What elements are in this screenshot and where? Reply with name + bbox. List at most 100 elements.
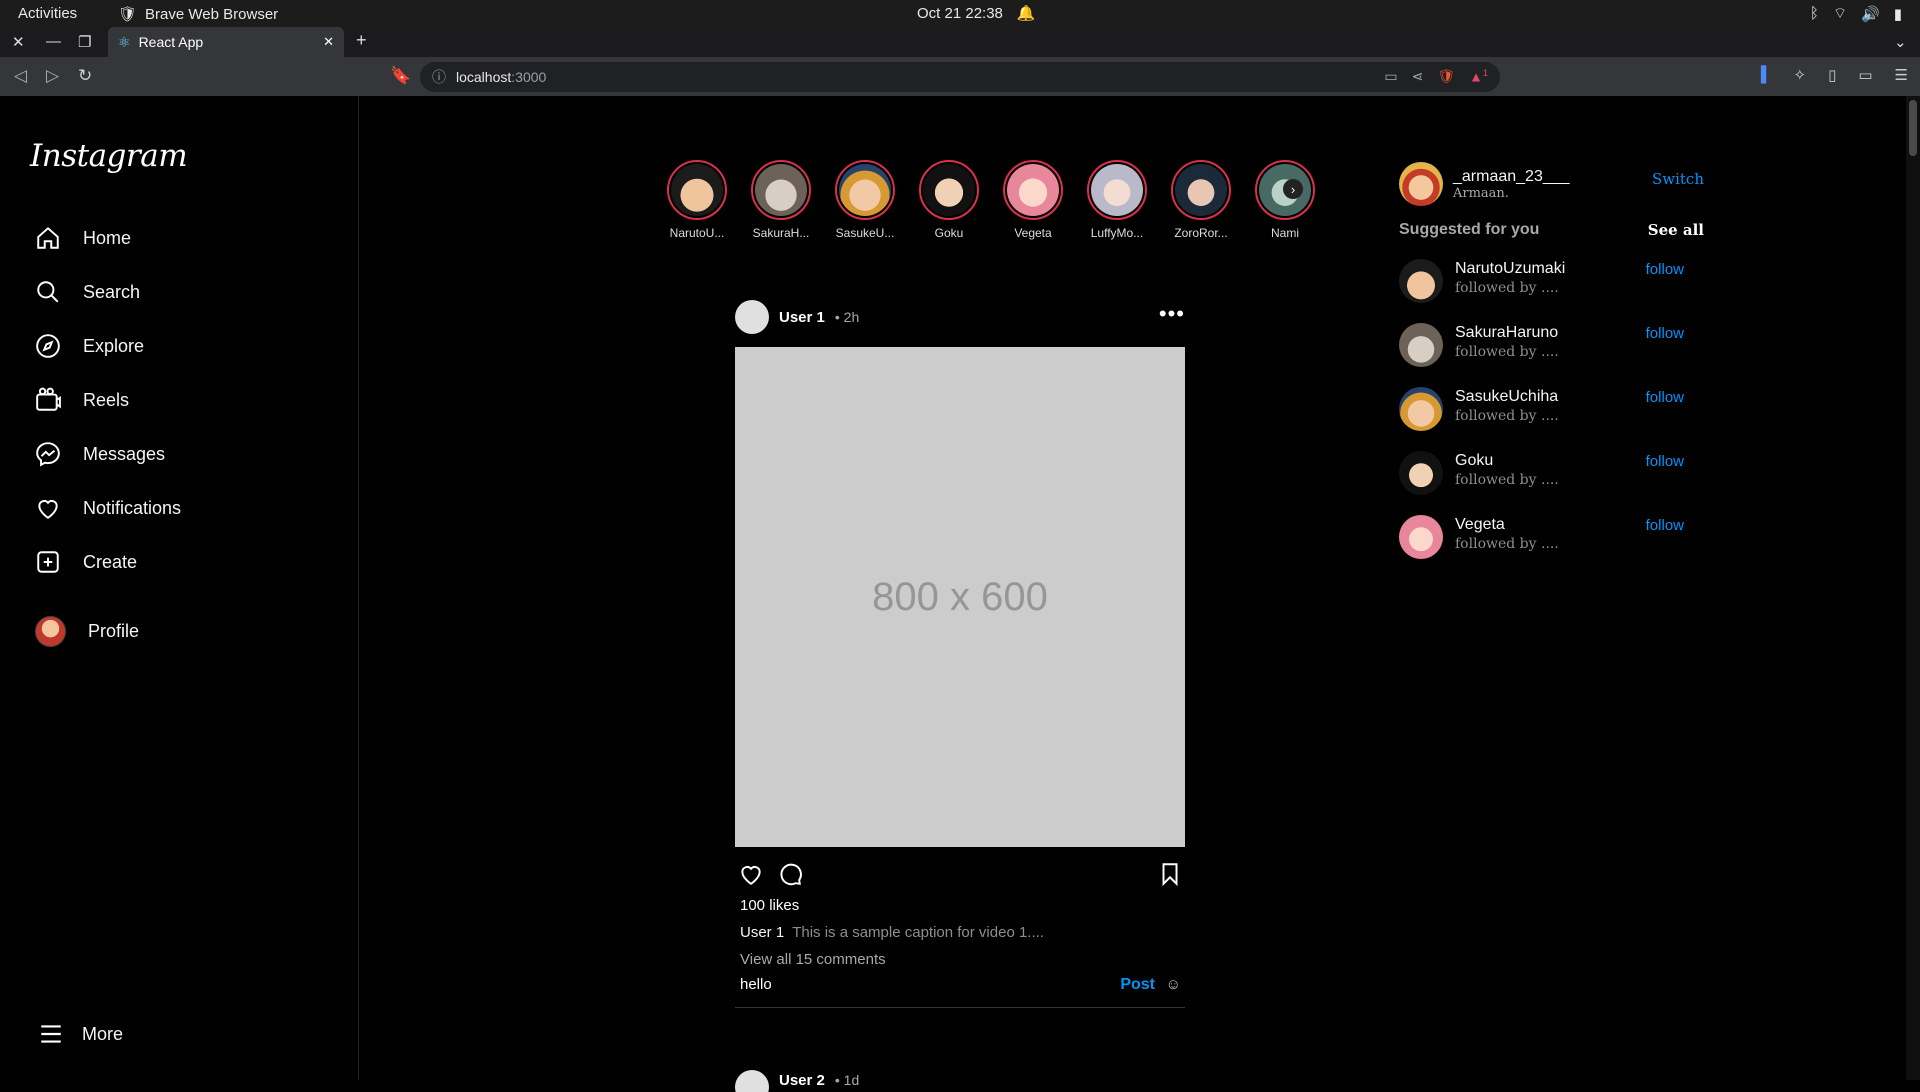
story-item[interactable]: Goku — [919, 160, 979, 240]
story-ring — [1087, 160, 1147, 220]
story-name: SakuraH... — [752, 226, 810, 240]
address-bar[interactable]: ⓘ localhost :3000 ▭ ⋖ 🛡 ▲1 — [420, 62, 1500, 92]
menu-icon[interactable]: ☰ — [1895, 66, 1908, 84]
story-item[interactable]: SasukeU... — [835, 160, 895, 240]
instagram-logo[interactable]: Instagram — [30, 138, 188, 174]
suggestion-username[interactable]: Goku — [1455, 452, 1559, 470]
minimize-window-icon[interactable]: — — [46, 33, 61, 50]
brave-shields-icon[interactable]: 🛡 — [1437, 68, 1455, 85]
wallet-icon[interactable]: ▭ — [1858, 66, 1872, 84]
avatar — [1091, 164, 1143, 216]
activities-button[interactable]: Activities — [18, 5, 77, 22]
comment-input[interactable] — [740, 976, 1100, 993]
post-comment-button[interactable]: Post — [1120, 976, 1155, 994]
story-name: SasukeU... — [835, 226, 895, 240]
sidebar-item-home[interactable]: Home — [35, 225, 131, 251]
story-item[interactable]: › Nami — [1255, 160, 1315, 240]
forward-icon[interactable]: ▷ — [46, 66, 59, 86]
suggestion-username[interactable]: SasukeUchiha — [1455, 388, 1559, 406]
sidebar-item-explore[interactable]: Explore — [35, 333, 144, 359]
app-menu[interactable]: 🛡 Brave Web Browser — [118, 5, 278, 24]
follow-button[interactable]: follow — [1646, 517, 1684, 534]
post-time: • 1d — [834, 1072, 860, 1088]
sidebar-item-label: Create — [83, 551, 138, 572]
avatar — [671, 164, 723, 216]
avatar[interactable] — [1399, 323, 1443, 367]
sidebar-item-more[interactable]: More — [38, 1021, 123, 1047]
like-heart-icon[interactable] — [738, 861, 764, 887]
story-item[interactable]: NarutoU... — [667, 160, 727, 240]
follow-button[interactable]: follow — [1646, 453, 1684, 470]
switch-account-button[interactable]: Switch — [1652, 170, 1704, 188]
sidebar-item-search[interactable]: Search — [35, 279, 140, 305]
bookmark-icon[interactable] — [1157, 861, 1183, 887]
story-item[interactable]: LuffyMo... — [1087, 160, 1147, 240]
suggestion-username[interactable]: NarutoUzumaki — [1455, 260, 1565, 278]
right-sidebar: _armaan_23___ Armaan. Switch Suggested f… — [1399, 161, 1704, 561]
see-all-link[interactable]: See all — [1648, 221, 1704, 239]
story-name: NarutoU... — [669, 226, 725, 240]
sidebar-toggle-icon[interactable]: ▯ — [1828, 66, 1836, 84]
close-tab-icon[interactable]: ✕ — [323, 34, 334, 50]
scrollbar-thumb[interactable] — [1909, 100, 1917, 156]
avatar[interactable] — [1399, 387, 1443, 431]
bookmarks-panel-icon[interactable]: ▌ — [1761, 66, 1772, 84]
tab-title: React App — [138, 34, 204, 50]
suggestion-username[interactable]: Vegeta — [1455, 516, 1559, 534]
avatar[interactable] — [1399, 259, 1443, 303]
caption-username[interactable]: User 1 — [740, 924, 784, 941]
page-scrollbar[interactable] — [1906, 96, 1920, 1080]
view-comments-link[interactable]: View all 15 comments — [740, 951, 1185, 968]
more-options-icon[interactable]: ••• — [1159, 301, 1185, 327]
site-info-icon[interactable]: ⓘ — [432, 67, 446, 87]
clock[interactable]: Oct 21 22:38 🔔 — [917, 4, 1036, 23]
suggestion-subtext: followed by .... — [1455, 344, 1559, 360]
post-actions — [735, 847, 1185, 897]
post-header: User 1 • 2h ••• — [735, 300, 1185, 334]
wifi-icon: ⌔ — [1832, 5, 1848, 22]
avatar[interactable] — [735, 300, 769, 334]
back-icon[interactable]: ◁ — [14, 66, 27, 86]
suggestion-username[interactable]: SakuraHaruno — [1455, 324, 1559, 342]
avatar — [755, 164, 807, 216]
extensions-icon[interactable]: ✧ — [1794, 66, 1807, 84]
follow-button[interactable]: follow — [1646, 389, 1684, 406]
bookmark-page-icon[interactable]: 🔖 — [390, 66, 411, 86]
brave-rewards-icon[interactable]: ▲1 — [1469, 68, 1488, 85]
url-host: localhost — [456, 69, 512, 85]
sidebar-item-messages[interactable]: Messages — [35, 441, 165, 467]
cast-icon[interactable]: ▭ — [1384, 68, 1397, 85]
sidebar-item-create[interactable]: Create — [35, 549, 137, 575]
story-item[interactable]: Vegeta — [1003, 160, 1063, 240]
comment-icon[interactable] — [777, 861, 803, 887]
reload-icon[interactable]: ↻ — [78, 66, 92, 86]
sidebar-item-profile[interactable]: Profile — [35, 616, 139, 647]
emoji-icon[interactable]: ☺ — [1166, 976, 1181, 993]
sidebar-item-notifications[interactable]: Notifications — [35, 495, 181, 521]
close-window-icon[interactable]: ✕ — [12, 33, 25, 51]
new-tab-icon[interactable]: + — [356, 30, 367, 51]
current-username[interactable]: _armaan_23___ — [1453, 168, 1570, 186]
post-image[interactable]: 800 x 600 — [735, 347, 1185, 847]
story-item[interactable]: SakuraH... — [751, 160, 811, 240]
story-item[interactable]: ZoroRor... — [1171, 160, 1231, 240]
post-username[interactable]: User 1 — [779, 309, 825, 326]
post-username[interactable]: User 2 — [779, 1072, 825, 1089]
chevron-right-icon[interactable]: › — [1283, 179, 1303, 199]
avatar — [1175, 164, 1227, 216]
tab-search-icon[interactable]: ⌄ — [1894, 33, 1907, 51]
restore-window-icon[interactable]: ❐ — [78, 33, 91, 51]
system-tray[interactable]: ᛒ ⌔ 🔊 ▮ — [1810, 4, 1902, 23]
avatar[interactable] — [1399, 515, 1443, 559]
tab-react-app[interactable]: ⚛ React App ✕ — [108, 27, 344, 57]
sidebar-item-reels[interactable]: Reels — [35, 387, 129, 413]
avatar[interactable] — [735, 1070, 769, 1092]
avatar — [839, 164, 891, 216]
follow-button[interactable]: follow — [1646, 325, 1684, 342]
follow-button[interactable]: follow — [1646, 261, 1684, 278]
suggestion-item: Vegeta followed by .... follow — [1399, 513, 1704, 561]
share-icon[interactable]: ⋖ — [1412, 68, 1424, 85]
avatar[interactable] — [1399, 451, 1443, 495]
avatar[interactable] — [1399, 162, 1443, 206]
likes-count[interactable]: 100 likes — [740, 897, 1185, 914]
